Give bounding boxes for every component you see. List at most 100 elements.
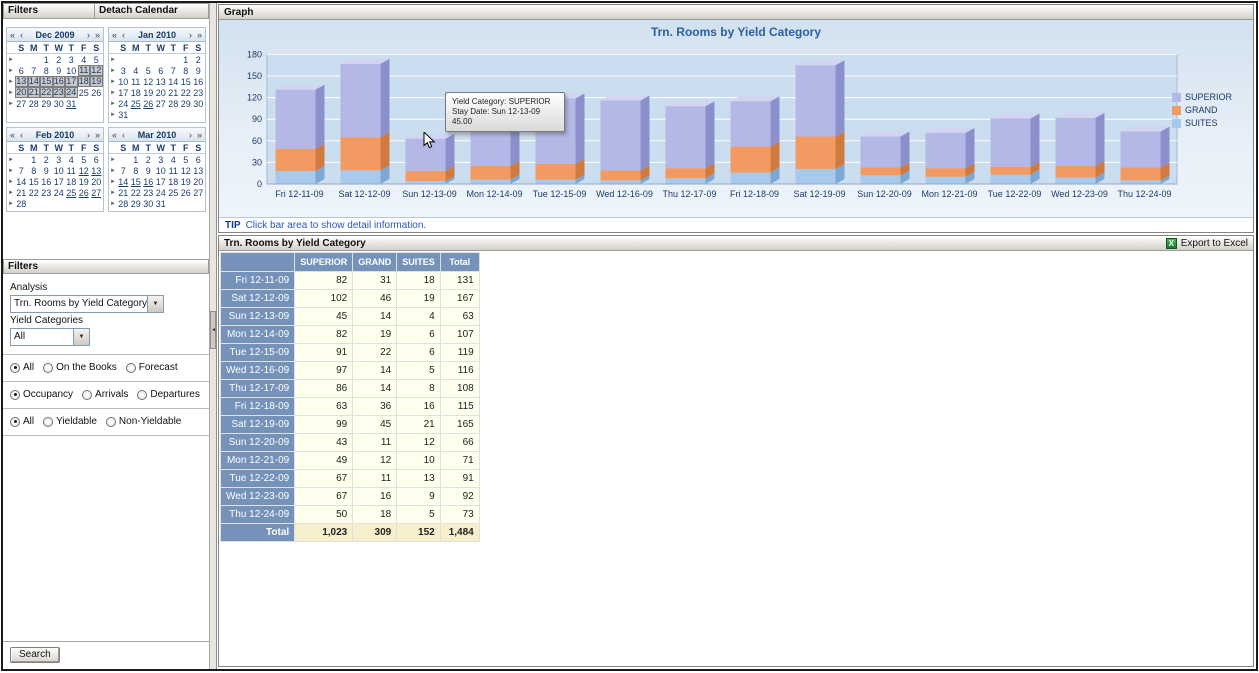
- radio-icon[interactable]: [43, 417, 53, 427]
- calendar-day[interactable]: 9: [192, 66, 205, 76]
- prev-year-icon[interactable]: «: [8, 29, 17, 41]
- calendar-day[interactable]: 18: [167, 177, 180, 187]
- calendar-day[interactable]: 17: [65, 76, 78, 87]
- week-select-icon[interactable]: ►: [7, 90, 15, 96]
- calendar-day[interactable]: 8: [40, 66, 53, 76]
- calendar-day[interactable]: 19: [142, 88, 155, 98]
- calendar-day[interactable]: 17: [53, 177, 66, 187]
- week-select-icon[interactable]: ►: [109, 68, 117, 74]
- calendar-day[interactable]: 25: [78, 88, 91, 98]
- calendar-day[interactable]: 13: [90, 166, 103, 176]
- radio-occupancy[interactable]: Occupancy: [10, 389, 73, 400]
- calendar-day[interactable]: 9: [142, 166, 155, 176]
- calendar-day[interactable]: 24: [65, 87, 78, 98]
- radio-departures[interactable]: Departures: [137, 389, 199, 400]
- calendar-day[interactable]: 8: [130, 166, 143, 176]
- calendar-day[interactable]: 10: [155, 166, 168, 176]
- prev-month-icon[interactable]: ‹: [17, 129, 26, 141]
- next-month-icon[interactable]: ›: [84, 29, 93, 41]
- bar-wed-12-16-09[interactable]: [601, 95, 650, 184]
- calendar-day[interactable]: 2: [192, 55, 205, 65]
- calendar-day[interactable]: 23: [53, 87, 66, 98]
- calendar-day[interactable]: 2: [40, 155, 53, 165]
- calendar-day[interactable]: 30: [192, 99, 205, 109]
- calendar-day[interactable]: 25: [167, 188, 180, 198]
- calendar-day[interactable]: 14: [15, 177, 28, 187]
- week-select-icon[interactable]: ►: [109, 79, 117, 85]
- calendar-day[interactable]: 24: [155, 188, 168, 198]
- calendar-day[interactable]: 15: [40, 76, 53, 87]
- detach-calendar-button[interactable]: Detach Calendar: [95, 3, 209, 19]
- radio-all[interactable]: All: [10, 416, 34, 427]
- calendar-day[interactable]: 2: [53, 55, 66, 65]
- calendar-day[interactable]: 31: [65, 99, 78, 109]
- calendar-day[interactable]: 14: [117, 177, 130, 187]
- calendar-day[interactable]: 18: [78, 76, 91, 87]
- calendar-day[interactable]: 17: [117, 88, 130, 98]
- next-year-icon[interactable]: »: [195, 129, 204, 141]
- calendar-day[interactable]: 20: [15, 87, 28, 98]
- calendar-day[interactable]: 20: [192, 177, 205, 187]
- radio-arrivals[interactable]: Arrivals: [82, 389, 128, 400]
- calendar-day[interactable]: 27: [15, 99, 28, 109]
- bar-thu-12-24-09[interactable]: [1121, 126, 1170, 184]
- calendar-day[interactable]: 29: [130, 199, 143, 209]
- week-select-icon[interactable]: ►: [109, 168, 117, 174]
- chevron-down-icon[interactable]: ▼: [73, 329, 89, 345]
- radio-yieldable[interactable]: Yieldable: [43, 416, 97, 427]
- calendar-day[interactable]: 27: [192, 188, 205, 198]
- radio-on-the-books[interactable]: On the Books: [43, 362, 117, 373]
- calendar-day[interactable]: 20: [155, 88, 168, 98]
- calendar-day[interactable]: 26: [180, 188, 193, 198]
- calendar-day[interactable]: 20: [90, 177, 103, 187]
- calendar-day[interactable]: 1: [180, 55, 193, 65]
- calendar-day[interactable]: 22: [130, 188, 143, 198]
- radio-icon[interactable]: [82, 390, 92, 400]
- calendar-day[interactable]: 29: [180, 99, 193, 109]
- calendar-day[interactable]: 15: [130, 177, 143, 187]
- calendar-day[interactable]: 10: [65, 66, 78, 76]
- calendar-day[interactable]: 9: [40, 166, 53, 176]
- week-select-icon[interactable]: ►: [7, 101, 15, 107]
- calendar-day[interactable]: 8: [180, 66, 193, 76]
- radio-all[interactable]: All: [10, 362, 34, 373]
- analysis-select[interactable]: Trn. Rooms by Yield Category ▼: [10, 295, 164, 313]
- calendar-day[interactable]: 19: [78, 177, 91, 187]
- week-select-icon[interactable]: ►: [109, 112, 117, 118]
- calendar-day[interactable]: 27: [155, 99, 168, 109]
- calendar-day[interactable]: 3: [117, 66, 130, 76]
- calendar-day[interactable]: 7: [28, 66, 41, 76]
- bar-wed-12-23-09[interactable]: [1056, 113, 1105, 184]
- bar-fri-12-11-09[interactable]: [276, 85, 325, 184]
- calendar-day[interactable]: 3: [155, 155, 168, 165]
- calendar-day[interactable]: 14: [28, 76, 41, 87]
- calendar-day[interactable]: 29: [40, 99, 53, 109]
- calendar-day[interactable]: 25: [130, 99, 143, 109]
- bar-tue-12-22-09[interactable]: [991, 113, 1040, 184]
- calendar-day[interactable]: 5: [90, 55, 103, 65]
- week-select-icon[interactable]: ►: [109, 179, 117, 185]
- week-select-icon[interactable]: ►: [7, 79, 15, 85]
- calendar-day[interactable]: 22: [40, 87, 53, 98]
- calendar-day[interactable]: 22: [180, 88, 193, 98]
- calendar-day[interactable]: 5: [180, 155, 193, 165]
- calendar-day[interactable]: 13: [15, 76, 28, 87]
- yield-categories-select[interactable]: All ▼: [10, 328, 90, 346]
- calendar-day[interactable]: 31: [117, 110, 130, 120]
- calendar-day[interactable]: 10: [53, 166, 66, 176]
- prev-year-icon[interactable]: «: [8, 129, 17, 141]
- export-to-excel-button[interactable]: X Export to Excel: [1166, 238, 1248, 249]
- next-year-icon[interactable]: »: [195, 29, 204, 41]
- bar-sun-12-20-09[interactable]: [861, 131, 910, 184]
- next-year-icon[interactable]: »: [93, 29, 102, 41]
- calendar-day[interactable]: 30: [53, 99, 66, 109]
- calendar-day[interactable]: 4: [65, 155, 78, 165]
- week-select-icon[interactable]: ►: [7, 68, 15, 74]
- calendar-day[interactable]: 11: [78, 65, 91, 76]
- calendar-day[interactable]: 8: [28, 166, 41, 176]
- week-select-icon[interactable]: ►: [109, 201, 117, 207]
- prev-year-icon[interactable]: «: [110, 129, 119, 141]
- calendar-day[interactable]: 16: [40, 177, 53, 187]
- calendar-day[interactable]: 26: [90, 88, 103, 98]
- calendar-day[interactable]: 6: [90, 155, 103, 165]
